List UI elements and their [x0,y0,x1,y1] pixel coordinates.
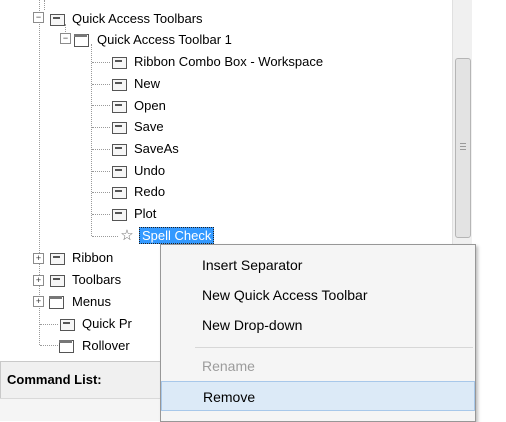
tree-node-label: Ribbon Combo Box - Workspace [134,54,324,69]
tree-connector [91,44,92,236]
tree-connector [92,105,110,106]
tree-node-label: Quick Access Toolbar 1 [97,32,232,47]
tree-node-label: Ribbon [72,250,114,265]
tree-node-label: Save [134,119,164,134]
menu-item-rename[interactable]: Rename [161,351,475,381]
tree-node-quick-properties[interactable]: Quick Pr [58,313,135,334]
tree-node-plot[interactable]: Plot [110,203,159,224]
tree-connector [92,236,118,237]
tree-node-label: Menus [72,294,112,309]
collapse-expander[interactable]: − [33,12,44,23]
tree-node-label: New [134,76,161,91]
collapse-expander[interactable]: − [60,33,71,44]
expand-expander[interactable]: + [33,296,44,307]
menu-item-new-quick-access-toolbar[interactable]: New Quick Access Toolbar [161,280,475,310]
toolbar-button-icon [110,142,128,156]
scrollbar-grip [460,149,466,150]
tree-node-ribbon[interactable]: Ribbon [48,247,116,268]
command-list-content [0,398,160,421]
tree-node-quick-access-toolbar-1[interactable]: Quick Access Toolbar 1 [73,29,235,50]
star-icon: ☆ [120,226,134,244]
quick-access-toolbar-icon [73,33,91,47]
tree-node-label: Open [134,98,166,113]
toolbar-button-icon [110,77,128,91]
tree-node-menus[interactable]: Menus [48,291,114,312]
toolbar-button-icon [110,120,128,134]
scrollbar-grip [460,143,466,144]
tree-node-label: Spell Check [139,227,215,244]
tree-node-rollover[interactable]: Rollover [58,335,133,356]
tree-node-label: Undo [134,163,166,178]
tree-connector [39,0,40,345]
rollover-icon [58,339,76,353]
tree-connector [92,149,110,150]
menu-item-insert-separator[interactable]: Insert Separator [161,250,475,280]
tree-connector [40,324,58,325]
tree-node-spell-check[interactable]: ☆ Spell Check [118,225,215,246]
scrollbar-thumb[interactable] [455,58,471,238]
menus-icon [48,295,66,309]
toolbar-button-icon [110,207,128,221]
quick-properties-icon [58,317,76,331]
toolbar-button-icon [110,55,128,69]
menu-separator [195,347,473,348]
ribbon-icon [48,251,66,265]
tree-node-label: Quick Pr [82,316,132,331]
command-list-label: Command List: [7,372,102,387]
tree-node-label: SaveAs [134,141,179,156]
tree-connector [92,214,110,215]
tree-node-save[interactable]: Save [110,116,167,137]
tree-node-label: Rollover [82,338,130,353]
tree-node-toolbars[interactable]: Toolbars [48,269,124,290]
tree-node-saveas[interactable]: SaveAs [110,138,182,159]
expand-expander[interactable]: + [33,253,44,264]
toolbar-button-icon [110,164,128,178]
menu-item-new-drop-down[interactable]: New Drop-down [161,310,475,340]
tree-node-open[interactable]: Open [110,95,169,116]
toolbar-button-icon [110,185,128,199]
toolbar-button-icon [110,99,128,113]
tree-node-undo[interactable]: Undo [110,160,168,181]
tree-node-quick-access-toolbars[interactable]: Quick Access Toolbars [48,8,206,29]
tree-connector [92,62,110,63]
tree-node-label: Redo [134,184,166,199]
expand-expander[interactable]: + [33,275,44,286]
tree-connector [44,0,45,10]
tree-node-label: Plot [134,206,157,221]
tree-node-ribbon-combo-box-workspace[interactable]: Ribbon Combo Box - Workspace [110,51,326,72]
tree-node-new[interactable]: New [110,73,163,94]
menu-item-remove[interactable]: Remove [161,381,475,411]
tree-connector [92,192,110,193]
quick-access-toolbars-icon [48,12,66,26]
tree-connector [92,171,110,172]
scrollbar-grip [460,146,466,147]
tree-node-label: Quick Access Toolbars [72,11,203,26]
context-menu: Insert Separator New Quick Access Toolba… [160,244,476,422]
tree-node-redo[interactable]: Redo [110,181,168,202]
toolbars-icon [48,273,66,287]
command-list-panel: Command List: [0,361,162,399]
tree-node-label: Toolbars [72,272,122,287]
tree-connector [92,127,110,128]
tree-connector [92,84,110,85]
tree-connector [40,345,58,346]
